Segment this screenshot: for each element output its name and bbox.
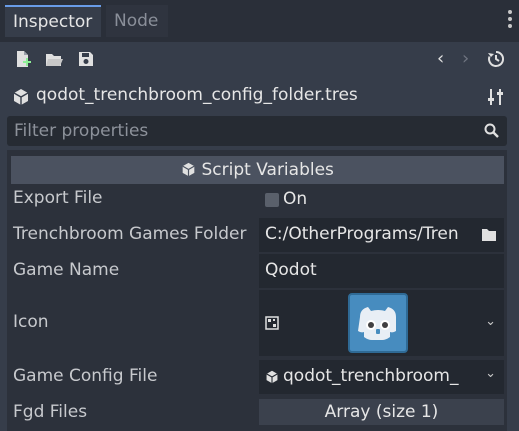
icon-resource-picker[interactable]: ⌄ bbox=[259, 290, 504, 356]
folder-open-icon[interactable] bbox=[45, 50, 63, 68]
game-name-value: Qodot bbox=[265, 260, 317, 280]
property-label-fgd-files: Fgd Files bbox=[13, 402, 88, 422]
godot-logo-icon bbox=[348, 293, 408, 353]
chevron-right-icon[interactable]: › bbox=[462, 48, 469, 69]
property-label-games-folder: Trenchbroom Games Folder bbox=[13, 224, 247, 244]
checkbox-icon bbox=[265, 193, 279, 207]
property-label-game-config-file: Game Config File bbox=[13, 366, 158, 386]
image-texture-icon bbox=[265, 316, 279, 330]
filter-input[interactable] bbox=[7, 116, 477, 146]
history-icon[interactable] bbox=[487, 50, 505, 68]
games-folder-value: C:/OtherPrograms/Tren bbox=[265, 224, 459, 244]
property-label-export-file: Export File bbox=[13, 188, 103, 208]
inspector-panel: Inspector Node ‹ › qodot_trenchbroom_con… bbox=[0, 0, 519, 431]
game-config-file-value: qodot_trenchbroom_ bbox=[283, 366, 459, 386]
fgd-files-array-button[interactable]: Array (size 1) bbox=[259, 399, 504, 425]
resource-name: qodot_trenchbroom_config_folder.tres bbox=[36, 85, 358, 105]
cube-icon bbox=[13, 89, 29, 105]
filter-properties bbox=[7, 116, 507, 146]
chevron-left-icon[interactable]: ‹ bbox=[437, 48, 444, 69]
property-label-icon: Icon bbox=[13, 312, 49, 332]
resource-row: qodot_trenchbroom_config_folder.tres bbox=[0, 80, 519, 114]
inspector-properties: Script Variables Export File On Trenchbr… bbox=[7, 150, 507, 431]
chevron-down-icon[interactable]: ⌄ bbox=[485, 314, 496, 329]
export-file-value: On bbox=[283, 189, 308, 209]
cube-icon bbox=[182, 162, 195, 177]
tab-inspector[interactable]: Inspector bbox=[5, 5, 101, 37]
menu-dots-icon[interactable] bbox=[507, 10, 513, 30]
inspector-toolbar: ‹ › bbox=[0, 42, 519, 78]
cube-icon bbox=[266, 370, 278, 384]
search-icon bbox=[484, 123, 499, 138]
tab-bar: Inspector Node bbox=[0, 0, 519, 42]
property-label-game-name: Game Name bbox=[13, 260, 120, 280]
games-folder-field[interactable]: C:/OtherPrograms/Tren bbox=[259, 218, 504, 252]
new-resource-icon[interactable] bbox=[14, 50, 32, 68]
folder-icon[interactable] bbox=[481, 228, 497, 242]
save-icon[interactable] bbox=[77, 50, 95, 68]
tools-icon[interactable] bbox=[487, 88, 505, 106]
section-script-variables[interactable]: Script Variables bbox=[11, 156, 504, 184]
game-config-file-picker[interactable]: qodot_trenchbroom_ ⌄ bbox=[259, 360, 504, 394]
game-name-field[interactable]: Qodot bbox=[259, 254, 504, 288]
section-title: Script Variables bbox=[201, 160, 334, 180]
tab-node[interactable]: Node bbox=[106, 5, 168, 37]
export-file-checkbox[interactable]: On bbox=[259, 186, 504, 214]
chevron-down-icon[interactable]: ⌄ bbox=[485, 366, 496, 381]
